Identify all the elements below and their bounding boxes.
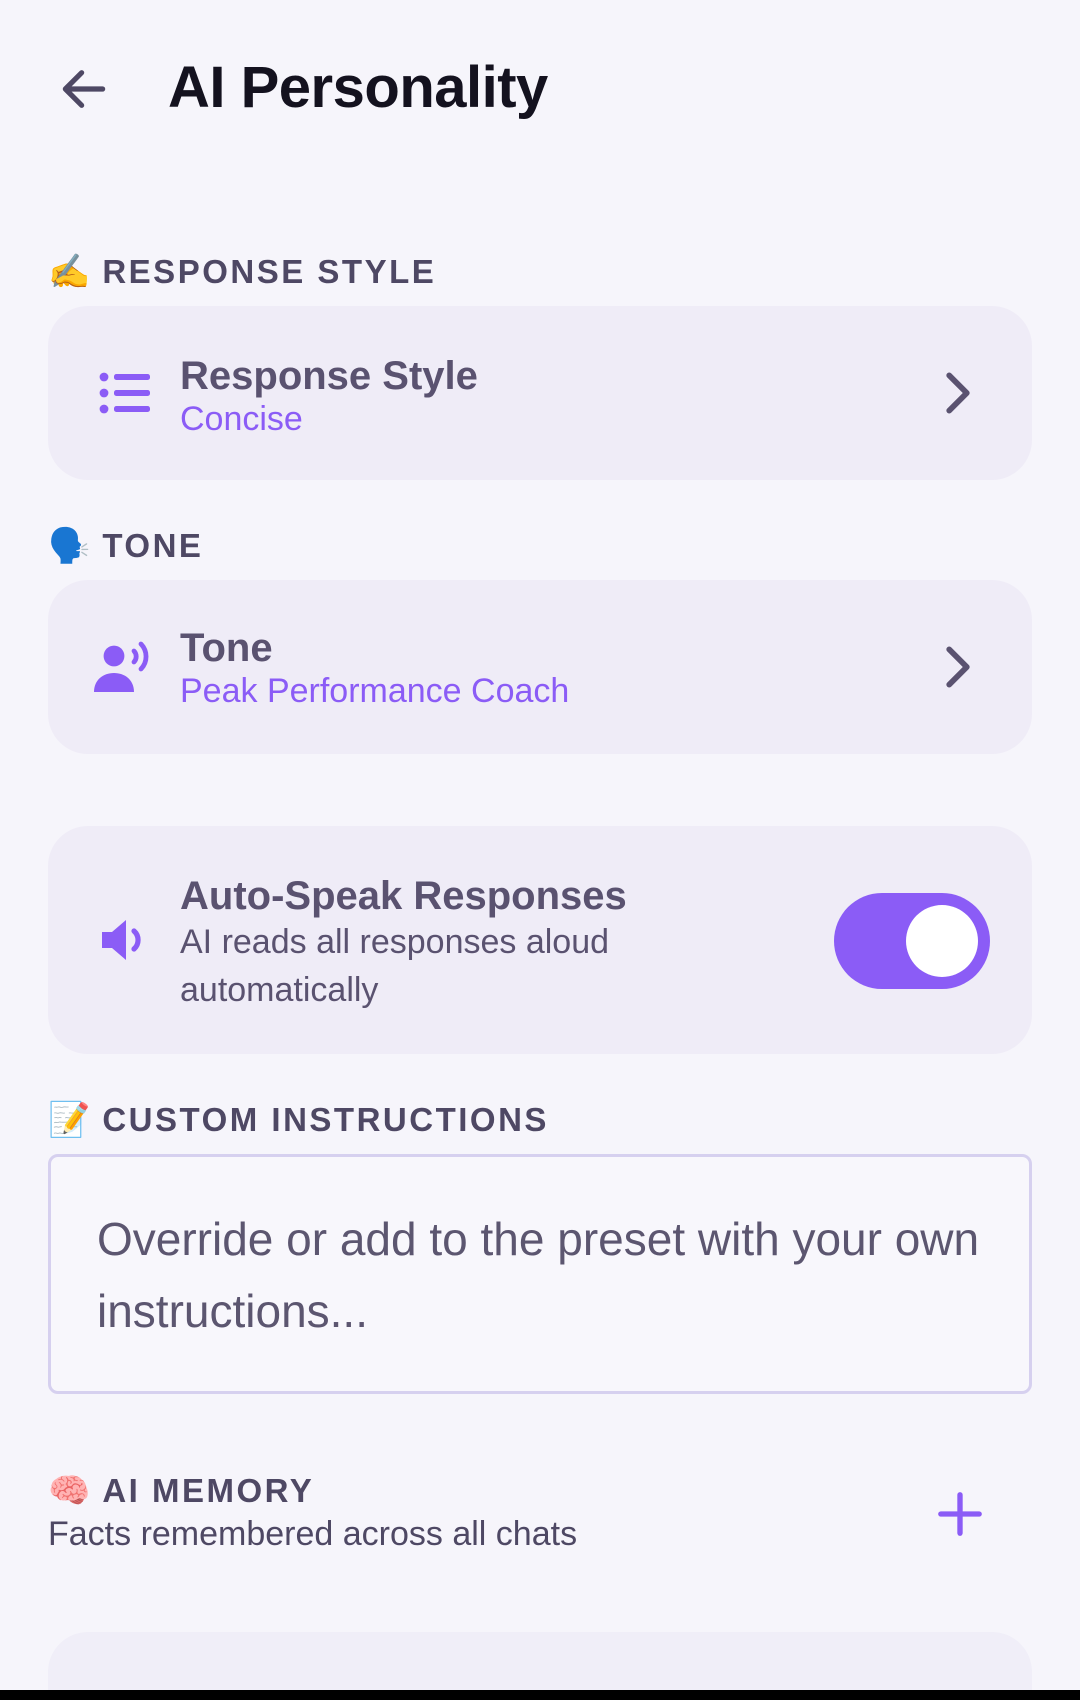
section-label-response-style: ✍️ RESPONSE STYLE [48, 252, 436, 292]
custom-instructions-placeholder: Override or add to the preset with your … [97, 1213, 980, 1337]
chevron-right-icon [938, 639, 978, 695]
response-style-title: Response Style [180, 354, 478, 398]
ai-personality-screen: AI Personality ✍️ RESPONSE STYLE Respons… [0, 0, 1080, 1700]
add-memory-button[interactable] [930, 1484, 990, 1544]
back-button[interactable] [48, 48, 120, 130]
plus-icon [938, 1492, 982, 1536]
brain-icon: 🧠 [48, 1471, 91, 1511]
custom-instructions-input[interactable]: Override or add to the preset with your … [48, 1154, 1032, 1394]
writing-hand-icon: ✍️ [48, 252, 91, 292]
response-style-value: Concise [180, 400, 303, 438]
auto-speak-title: Auto-Speak Responses [180, 874, 627, 918]
speaking-person-icon [92, 634, 156, 698]
section-label-tone: 🗣️ TONE [48, 526, 203, 566]
memo-icon: 📝 [48, 1100, 91, 1140]
auto-speak-toggle[interactable] [834, 893, 990, 989]
screen-bottom-edge [0, 1690, 1080, 1700]
tone-value: Peak Performance Coach [180, 672, 570, 710]
speaker-icon [92, 908, 156, 972]
response-style-card[interactable]: Response Style Concise [48, 306, 1032, 480]
section-label-text: CUSTOM INSTRUCTIONS [102, 1101, 549, 1138]
section-label-text: AI MEMORY [102, 1472, 315, 1509]
section-label-text: RESPONSE STYLE [102, 253, 437, 290]
arrow-left-icon [62, 70, 106, 108]
auto-speak-description: AI reads all responses aloud automatical… [180, 923, 610, 1009]
ai-memory-subtitle: Facts remembered across all chats [48, 1515, 578, 1553]
tone-title: Tone [180, 626, 273, 670]
tone-card[interactable]: Tone Peak Performance Coach [48, 580, 1032, 754]
section-label-custom-instructions: 📝 CUSTOM INSTRUCTIONS [48, 1100, 549, 1140]
speaking-head-icon: 🗣️ [48, 526, 91, 566]
header: AI Personality [0, 0, 1080, 180]
section-label-ai-memory: 🧠 AI MEMORY [48, 1471, 314, 1511]
list-icon [92, 361, 156, 425]
page-title: AI Personality [168, 55, 548, 120]
toggle-knob [906, 905, 978, 977]
chevron-right-icon [938, 365, 978, 421]
section-label-text: TONE [102, 527, 204, 564]
